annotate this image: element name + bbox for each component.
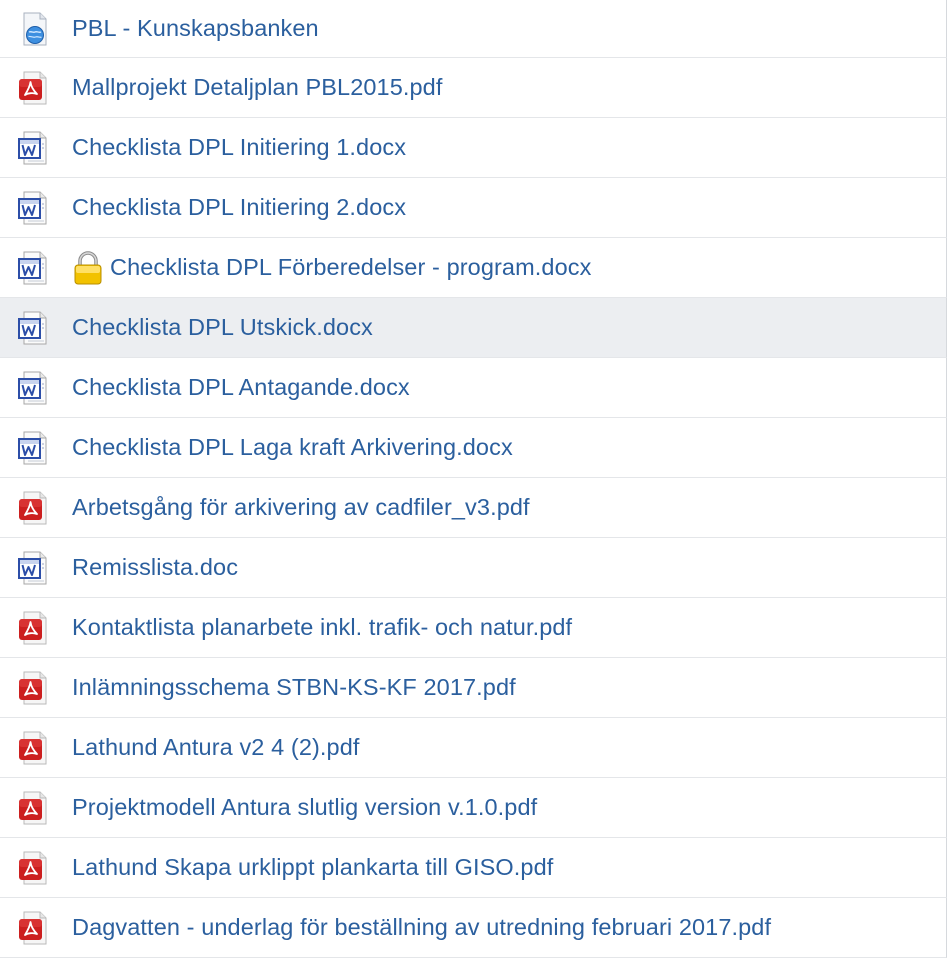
file-row[interactable]: Arbetsgång för arkivering av cadfiler_v3…	[0, 478, 947, 538]
file-row[interactable]: Lathund Antura v2 4 (2).pdf	[0, 718, 947, 778]
file-row[interactable]: Projektmodell Antura slutlig version v.1…	[0, 778, 947, 838]
file-type-icon-cell	[0, 418, 56, 477]
file-row[interactable]: PBL - Kunskapsbanken	[0, 0, 947, 58]
pdf-file-icon	[19, 491, 47, 524]
file-name-link[interactable]: Checklista DPL Antagande.docx	[56, 374, 410, 401]
file-type-icon-cell	[0, 358, 56, 417]
word-file-icon	[18, 251, 47, 284]
file-row[interactable]: Inlämningsschema STBN-KS-KF 2017.pdf	[0, 658, 947, 718]
file-name-link[interactable]: Checklista DPL Utskick.docx	[56, 314, 373, 341]
file-row[interactable]: Checklista DPL Laga kraft Arkivering.doc…	[0, 418, 947, 478]
file-name-link[interactable]: Arbetsgång för arkivering av cadfiler_v3…	[56, 494, 530, 521]
file-row[interactable]: Checklista DPL Förberedelser - program.d…	[0, 238, 947, 298]
pdf-file-icon	[19, 911, 47, 944]
file-name-link[interactable]: Lathund Skapa urklippt plankarta till GI…	[56, 854, 553, 881]
word-file-icon	[18, 191, 47, 224]
pdf-file-icon	[19, 611, 47, 644]
pdf-file-icon	[19, 851, 47, 884]
file-name-link[interactable]: Remisslista.doc	[56, 554, 238, 581]
file-type-icon-cell	[0, 718, 56, 777]
file-name-link[interactable]: Lathund Antura v2 4 (2).pdf	[56, 734, 360, 761]
pdf-file-icon	[19, 731, 47, 764]
file-name-link[interactable]: Dagvatten - underlag för beställning av …	[56, 914, 771, 941]
pdf-file-icon	[19, 671, 47, 704]
word-file-icon	[18, 131, 47, 164]
file-name-link[interactable]: Checklista DPL Laga kraft Arkivering.doc…	[56, 434, 513, 461]
file-name-link[interactable]: Mallprojekt Detaljplan PBL2015.pdf	[56, 74, 442, 101]
file-type-icon-cell	[0, 598, 56, 657]
file-row[interactable]: Mallprojekt Detaljplan PBL2015.pdf	[0, 58, 947, 118]
file-name-link[interactable]: Inlämningsschema STBN-KS-KF 2017.pdf	[56, 674, 516, 701]
file-name-link[interactable]: Projektmodell Antura slutlig version v.1…	[56, 794, 537, 821]
file-row[interactable]: Dagvatten - underlag för beställning av …	[0, 898, 947, 958]
file-type-icon-cell	[0, 58, 56, 117]
pdf-file-icon	[19, 71, 47, 104]
file-type-icon-cell	[0, 538, 56, 597]
word-file-icon	[18, 551, 47, 584]
file-row[interactable]: Remisslista.doc	[0, 538, 947, 598]
file-type-icon-cell	[0, 238, 56, 297]
file-type-icon-cell	[0, 838, 56, 897]
file-row[interactable]: Checklista DPL Utskick.docx	[0, 298, 947, 358]
web-link-icon	[23, 12, 47, 45]
lock-icon	[74, 250, 102, 284]
word-file-icon	[18, 371, 47, 404]
file-name-link[interactable]: Checklista DPL Initiering 1.docx	[56, 134, 406, 161]
file-row[interactable]: Lathund Skapa urklippt plankarta till GI…	[0, 838, 947, 898]
word-file-icon	[18, 431, 47, 464]
file-list: PBL - Kunskapsbanken Mallprojekt Detaljp…	[0, 0, 947, 971]
file-name-link[interactable]: Checklista DPL Förberedelser - program.d…	[110, 254, 591, 281]
file-name-link[interactable]: Kontaktlista planarbete inkl. trafik- oc…	[56, 614, 572, 641]
file-row[interactable]: Kontaktlista planarbete inkl. trafik- oc…	[0, 598, 947, 658]
file-row[interactable]: Checklista DPL Initiering 2.docx	[0, 178, 947, 238]
file-type-icon-cell	[0, 0, 56, 57]
pdf-file-icon	[19, 791, 47, 824]
file-type-icon-cell	[0, 178, 56, 237]
file-type-icon-cell	[0, 118, 56, 177]
file-type-icon-cell	[0, 898, 56, 957]
file-type-icon-cell	[0, 778, 56, 837]
file-row[interactable]: Checklista DPL Initiering 1.docx	[0, 118, 947, 178]
file-name-link[interactable]: Checklista DPL Initiering 2.docx	[56, 194, 406, 221]
file-name-link[interactable]: PBL - Kunskapsbanken	[56, 15, 319, 42]
file-type-icon-cell	[0, 298, 56, 357]
file-row[interactable]: Checklista DPL Antagande.docx	[0, 358, 947, 418]
word-file-icon	[18, 311, 47, 344]
file-type-icon-cell	[0, 478, 56, 537]
file-type-icon-cell	[0, 658, 56, 717]
